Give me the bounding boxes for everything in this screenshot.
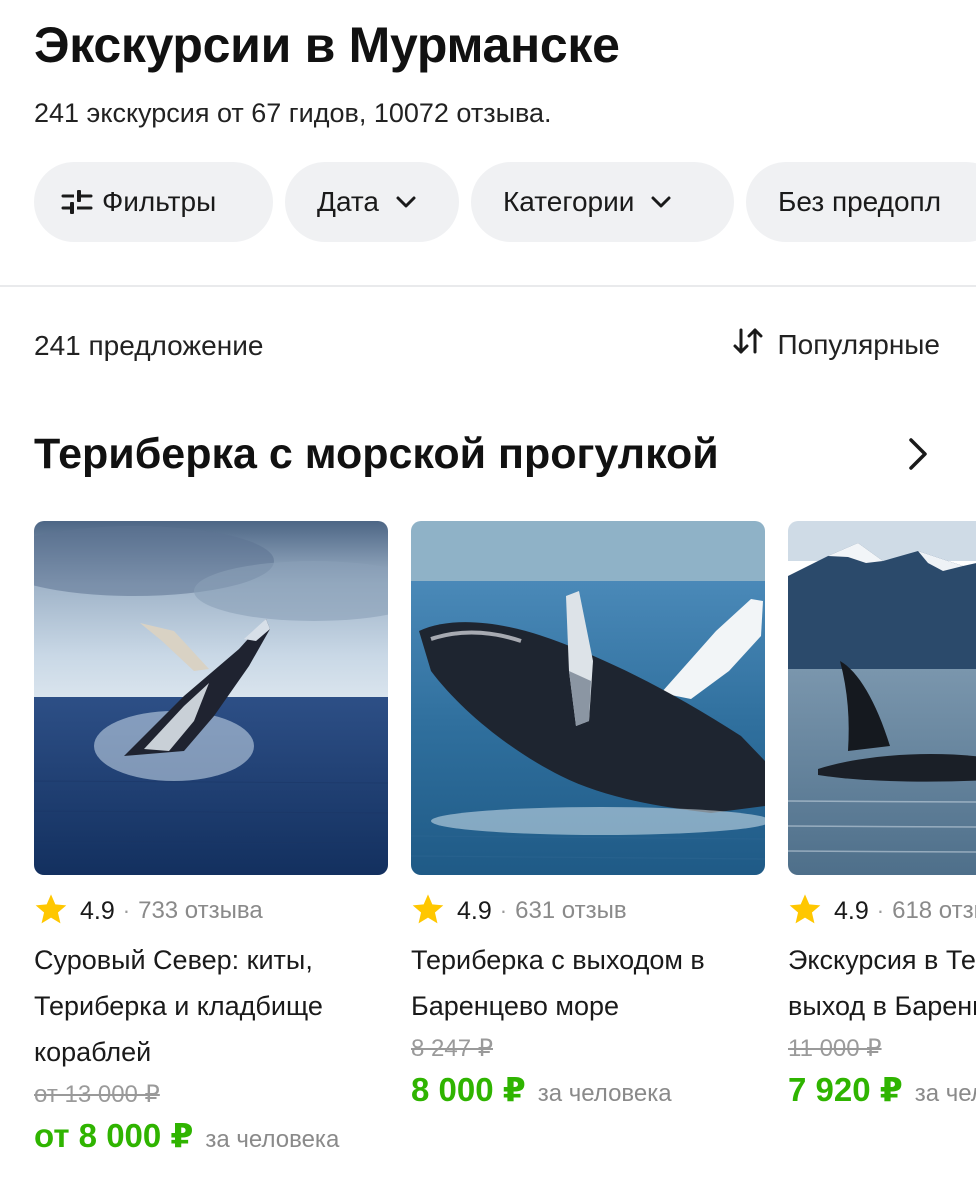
separator-dot: · (499, 898, 508, 923)
reviews-count: 618 отзывов (892, 897, 976, 924)
rating-score: 4.9 (457, 896, 492, 925)
old-price: 8 247 ₽ (411, 1035, 493, 1062)
old-price: 11 000 ₽ (788, 1035, 882, 1062)
star-icon (34, 893, 68, 930)
sort-arrows-icon (732, 326, 764, 363)
price-row: 8 000 ₽ за человека (411, 1067, 765, 1117)
tour-title[interactable]: Экскурсия в Териберку + выход в Баренцев… (788, 937, 976, 1029)
rating-score: 4.9 (834, 896, 869, 925)
tour-card[interactable]: 4.9 · 618 отзывов Экскурсия в Териберку … (788, 521, 976, 1117)
rating-score: 4.9 (80, 896, 115, 925)
old-price: от 13 000 ₽ (34, 1081, 160, 1108)
categories-filter-dropdown[interactable]: Категории (471, 162, 734, 242)
results-count: 241 предложение (34, 330, 264, 361)
sliders-icon (60, 187, 94, 217)
tour-card[interactable]: 4.9 · 631 отзыв Териберка с выходом в Ба… (411, 521, 765, 1117)
chevron-down-icon (650, 195, 672, 209)
price-unit: за человека (205, 1126, 340, 1153)
price-unit: за человека (537, 1080, 672, 1107)
chevron-right-icon (907, 436, 929, 477)
no-prepayment-filter-chip[interactable]: Без предопл (746, 162, 976, 242)
filters-button-label: Фильтры (102, 186, 217, 217)
sort-button[interactable]: Популярные (732, 326, 940, 363)
price-unit: за человека (914, 1080, 976, 1107)
separator-dot: · (122, 898, 131, 923)
rating-row: 4.9 · 618 отзывов (788, 893, 976, 929)
star-icon (788, 893, 822, 930)
section-title: Териберка с морской прогулкой (34, 430, 719, 478)
rating-row: 4.9 · 733 отзыва (34, 893, 388, 929)
current-price: от 8 000 ₽ (34, 1117, 194, 1154)
current-price: 8 000 ₽ (411, 1071, 526, 1108)
tour-title[interactable]: Суровый Север: киты, Териберка и кладбищ… (34, 937, 388, 1075)
filter-bar: Фильтры Дата Категории Без предопл (34, 162, 976, 242)
filters-button[interactable]: Фильтры (34, 162, 273, 242)
categories-filter-label: Категории (503, 186, 635, 217)
tour-photo-orca-fjord (788, 521, 976, 875)
date-filter-dropdown[interactable]: Дата (285, 162, 459, 242)
current-price: 7 920 ₽ (788, 1071, 903, 1108)
divider (0, 285, 976, 287)
chevron-down-icon (395, 195, 417, 209)
tour-title[interactable]: Териберка с выходом в Баренцево море (411, 937, 765, 1029)
date-filter-label: Дата (317, 186, 380, 217)
page-title: Экскурсии в Мурманске (34, 17, 620, 73)
section-see-all-button[interactable] (898, 434, 938, 478)
rating-row: 4.9 · 631 отзыв (411, 893, 765, 929)
reviews-count: 733 отзыва (138, 897, 263, 924)
tour-photo-whale-breach (34, 521, 388, 875)
tour-cards-carousel: 4.9 · 733 отзыва Суровый Север: киты, Те… (34, 521, 976, 1200)
price-row: 7 920 ₽ за человека (788, 1067, 976, 1117)
separator-dot: · (876, 898, 885, 923)
no-prepayment-filter-label: Без предопл (778, 186, 942, 217)
sort-label: Популярные (777, 328, 940, 360)
price-row: от 8 000 ₽ за человека (34, 1113, 388, 1163)
tour-card[interactable]: 4.9 · 733 отзыва Суровый Север: киты, Те… (34, 521, 388, 1163)
page-subtitle: 241 экскурсия от 67 гидов, 10072 отзыва. (34, 98, 552, 128)
reviews-count: 631 отзыв (515, 897, 627, 924)
tour-photo-whale-breach (411, 521, 765, 875)
star-icon (411, 893, 445, 930)
